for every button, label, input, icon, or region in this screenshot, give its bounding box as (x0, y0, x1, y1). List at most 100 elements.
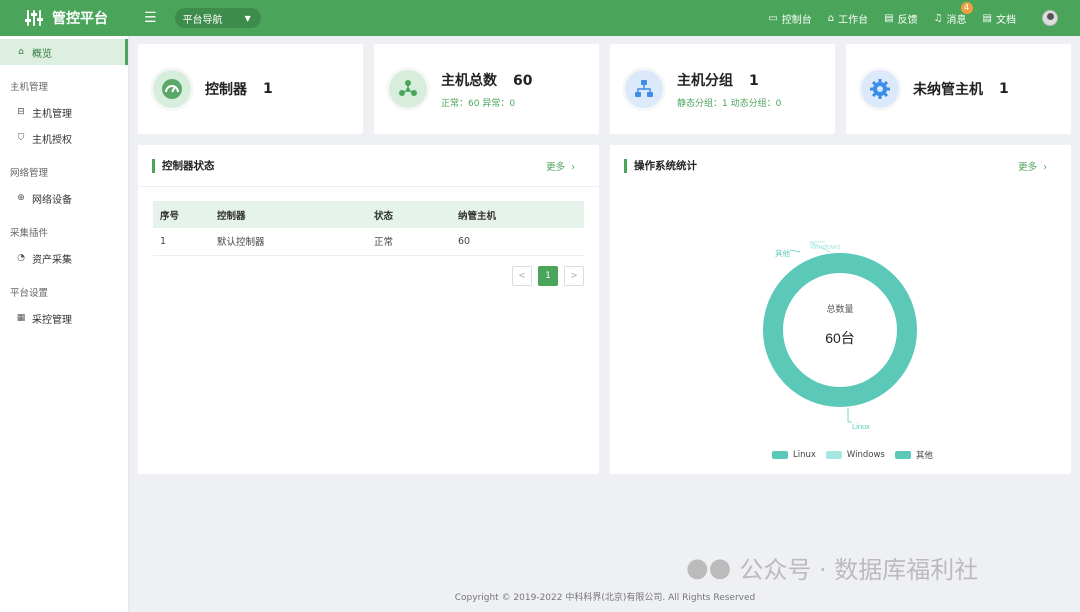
more-label: 更多 (1018, 162, 1038, 173)
workbench-label: 工作台 (838, 14, 869, 26)
stat-title: 主机总数 (441, 72, 497, 89)
app-title: 管控平台 (52, 11, 108, 27)
sidebar-item-label: 采控管理 (32, 314, 72, 326)
gear-icon (861, 70, 899, 108)
sidebar-item-label: 资产采集 (32, 254, 72, 266)
monitor-icon: ▭ (768, 12, 778, 24)
slice-label-2: 其他 (775, 248, 790, 258)
sidebar-item-label: 主机管理 (32, 108, 72, 120)
sidebar-item-label: 主机授权 (32, 134, 72, 146)
chevron-right-icon: › (1043, 162, 1047, 173)
top-bar: 管控平台 ☰ 平台导航 ▼ ▭ 控制台 ⌂ 工作台 ▤ 反馈 ♫ 消息 4 ▤ … (0, 0, 1080, 36)
sidebar-item-overview[interactable]: ⌂ 概览 (0, 39, 128, 65)
column-header: 控制器 (210, 201, 367, 228)
sidebar-item-host-management[interactable]: ⊟ 主机管理 (0, 99, 128, 125)
messages-badge: 4 (960, 1, 973, 14)
platform-nav-select[interactable]: 平台导航 ▼ (174, 8, 261, 28)
sidebar-item-collection-control[interactable]: ▦ 采控管理 (0, 305, 128, 331)
legend-label: 其他 (915, 451, 933, 461)
messages-link[interactable]: ♫ 消息 4 (933, 1, 973, 26)
globe-icon: ⊕ (17, 193, 25, 203)
more-link[interactable]: 更多 › (1018, 159, 1047, 173)
next-page-button[interactable]: > (564, 266, 584, 286)
stat-title: 未纳管主机 (913, 82, 983, 98)
stat-card-unmanaged-hosts[interactable]: 未纳管主机 1 (846, 44, 1071, 134)
column-header: 序号 (153, 201, 210, 228)
bell-icon: ♫ (933, 12, 943, 24)
os-donut-chart: Linux Windows 其他 总数量 60台 (763, 241, 917, 431)
stat-value: 1 (263, 81, 273, 97)
column-header: 状态 (367, 201, 451, 228)
stat-value: 60 (513, 72, 533, 89)
slice-leader-line-2 (789, 249, 801, 253)
sidebar-item-network-devices[interactable]: ⊕ 网络设备 (0, 185, 128, 211)
more-label: 更多 (546, 161, 566, 173)
table-cell: 正常 (367, 228, 451, 256)
legend-swatch (825, 451, 842, 459)
sidebar-item-asset-collection[interactable]: ◔ 资产采集 (0, 245, 128, 271)
chart-center-label: 总数量 (826, 303, 853, 314)
page-button[interactable]: 1 (538, 266, 558, 286)
panel-title: 控制器状态 (152, 158, 215, 173)
shield-icon: ⛉ (17, 133, 25, 143)
table-cell: 默认控制器 (210, 228, 367, 256)
os-stats-panel: 操作系统统计 更多 › Linux Windows 其他 总数量 60台 Linux… (610, 145, 1071, 474)
stat-title: 主机分组 (677, 72, 733, 89)
panel-header: 操作系统统计 更多 › (610, 145, 1071, 187)
chevron-right-icon: › (571, 161, 575, 173)
home-icon: ⌂ (827, 12, 835, 24)
caret-down-icon: ▼ (244, 13, 251, 23)
menu-collapse-icon[interactable]: ☰ (144, 10, 157, 26)
hierarchy-icon (625, 70, 663, 108)
prev-page-button[interactable]: < (512, 266, 532, 286)
sliders-icon (25, 10, 43, 26)
console-link[interactable]: ▭ 控制台 (768, 11, 811, 26)
pagination: < 1 > (512, 266, 584, 286)
wechat-icon: ●● (686, 552, 732, 583)
controller-table: 序号 控制器 状态 纳管主机 1 默认控制器 正常 60 (153, 201, 584, 256)
stat-card-controllers[interactable]: 控制器 1 (138, 44, 363, 134)
docs-link[interactable]: ▤ 文档 (983, 11, 1016, 26)
sidebar-item-label: 网络设备 (32, 194, 72, 206)
table-row[interactable]: 1 默认控制器 正常 60 (153, 228, 584, 256)
chart-center-value: 60台 (825, 330, 855, 346)
table-cell: 1 (153, 228, 210, 256)
workbench-link[interactable]: ⌂ 工作台 (828, 11, 868, 26)
slice-label-1: Windows (810, 242, 841, 251)
brand[interactable]: 管控平台 (0, 8, 130, 28)
legend-item-0[interactable]: Linux (772, 449, 816, 461)
sidebar-item-label: 概览 (32, 48, 52, 60)
sidebar-group-title: 主机管理 (10, 82, 49, 93)
grid-icon: ▦ (16, 313, 26, 323)
more-link[interactable]: 更多 › (546, 159, 575, 173)
sidebar-item-host-authorization[interactable]: ⛉ 主机授权 (0, 125, 128, 151)
home-icon: ⌂ (18, 47, 24, 57)
chart-legend: Linux Windows 其他 (772, 449, 933, 461)
stat-card-groups[interactable]: 主机分组 1 静态分组：1 动态分组：0 (610, 44, 835, 134)
slice-leader-line-0 (847, 408, 852, 423)
platform-nav-label: 平台导航 (182, 14, 223, 26)
console-label: 控制台 (781, 14, 812, 26)
watermark-text: 公众号 · 数据库福利社 (739, 556, 979, 584)
stat-body: 主机分组 1 静态分组：1 动态分组：0 (677, 70, 781, 109)
panel-title: 操作系统统计 (624, 159, 697, 173)
feedback-link[interactable]: ▤ 反馈 (884, 11, 917, 26)
gauge-icon: ◔ (17, 253, 25, 263)
sidebar-group-title: 采集插件 (10, 228, 49, 239)
legend-swatch (772, 451, 788, 459)
legend-item-1[interactable]: Windows (825, 449, 885, 461)
slice-label-0: Linux (852, 422, 870, 431)
legend-item-2[interactable]: 其他 (894, 449, 933, 461)
sidebar-group-title: 网络管理 (10, 168, 49, 179)
stat-value: 1 (999, 81, 1009, 97)
legend-label: Windows (846, 450, 885, 460)
stat-card-hosts[interactable]: 主机总数 60 正常：60 异常：0 (374, 44, 599, 134)
avatar[interactable] (1042, 10, 1058, 26)
gauge-icon (153, 70, 191, 108)
sidebar: ⌂ 概览 主机管理 ⊟ 主机管理 ⛉ 主机授权 网络管理 ⊕ 网络设备 采集插件… (0, 36, 129, 612)
stat-body: 主机总数 60 正常：60 异常：0 (441, 70, 532, 109)
stat-title: 控制器 (205, 82, 247, 98)
docs-label: 文档 (996, 14, 1016, 26)
legend-swatch (894, 451, 911, 459)
stat-value: 1 (749, 72, 759, 89)
